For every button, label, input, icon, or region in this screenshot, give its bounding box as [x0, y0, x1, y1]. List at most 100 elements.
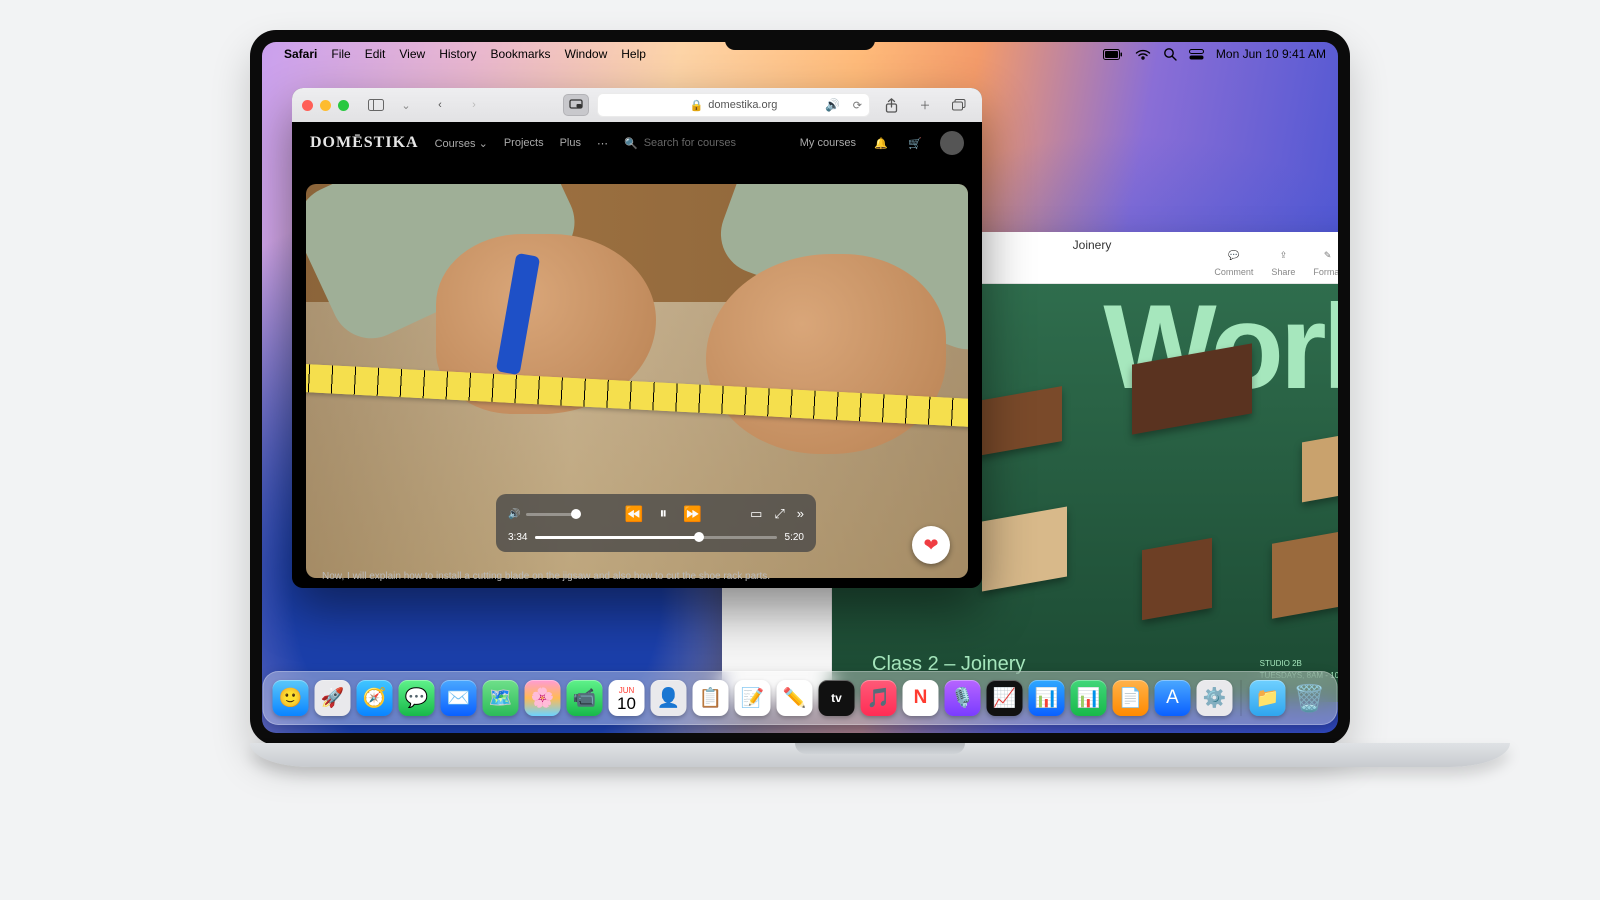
search-icon: 🔍: [624, 137, 638, 150]
more-controls-button[interactable]: »: [797, 506, 804, 522]
scrubber[interactable]: [535, 536, 776, 539]
safari-toolbar: ⌄ ‹ › 🔒 domestika.org 🔊 ⟳ ＋: [292, 88, 982, 122]
dock-app-settings[interactable]: ⚙️: [1197, 680, 1233, 716]
user-avatar[interactable]: [940, 131, 964, 155]
menubar-bookmarks[interactable]: Bookmarks: [491, 47, 551, 61]
playback-controls: 🔊 ⏪ ⏸ ⏩ ▭ ⤢: [496, 494, 816, 552]
search-placeholder: Search for courses: [644, 137, 736, 149]
video-player[interactable]: 🔊 ⏪ ⏸ ⏩ ▭ ⤢: [306, 184, 968, 578]
keynote-tool-comment[interactable]: 💬Comment: [1214, 245, 1253, 277]
notifications-icon[interactable]: 🔔: [872, 134, 890, 152]
dock-app-messages[interactable]: 💬: [399, 680, 435, 716]
dock-app-finder[interactable]: 🙂: [273, 680, 309, 716]
dock: 🙂 🚀 🧭 💬 ✉️ 🗺️ 🌸 📹 JUN10 👤 📋 📝 ✏️ tv 🎵 N …: [263, 671, 1338, 725]
dock-app-mail[interactable]: ✉️: [441, 680, 477, 716]
site-floating-badge[interactable]: ❤: [912, 526, 950, 564]
dock-trash[interactable]: 🗑️: [1292, 680, 1328, 716]
keynote-tool-format[interactable]: ✎Format: [1313, 245, 1338, 277]
dock-separator: [1241, 680, 1242, 716]
menubar-view[interactable]: View: [399, 47, 425, 61]
control-center-icon[interactable]: [1189, 49, 1204, 60]
sidebar-toggle-button[interactable]: [363, 94, 389, 116]
dock-app-numbers[interactable]: 📊: [1071, 680, 1107, 716]
dock-app-appstore[interactable]: A: [1155, 680, 1191, 716]
dock-app-launchpad[interactable]: 🚀: [315, 680, 351, 716]
lock-icon: 🔒: [690, 99, 704, 112]
wifi-icon[interactable]: [1135, 48, 1151, 60]
menubar-clock[interactable]: Mon Jun 10 9:41 AM: [1216, 47, 1326, 61]
cart-icon[interactable]: 🛒: [906, 134, 924, 152]
tab-overview-button[interactable]: [946, 94, 972, 116]
dock-app-facetime[interactable]: 📹: [567, 680, 603, 716]
back-button[interactable]: ‹: [427, 94, 453, 116]
dock-app-contacts[interactable]: 👤: [651, 680, 687, 716]
wood-block-graphic: [1142, 538, 1212, 620]
dock-app-podcasts[interactable]: 🎙️: [945, 680, 981, 716]
rewind-button[interactable]: ⏪: [625, 505, 644, 523]
dock-app-reminders[interactable]: 📋: [693, 680, 729, 716]
bezel: Safari File Edit View History Bookmarks …: [250, 30, 1350, 745]
volume-control[interactable]: 🔊: [508, 509, 576, 520]
domestika-logo-icon: ❤: [923, 535, 938, 556]
pause-button[interactable]: ⏸: [660, 505, 668, 523]
display-notch: [725, 30, 875, 50]
elapsed-time: 3:34: [508, 532, 527, 543]
site-logo[interactable]: DOMĒSTIKA: [310, 134, 419, 152]
airplay-button[interactable]: ▭: [750, 506, 762, 522]
share-icon: ⇪: [1273, 245, 1293, 265]
dock-app-photos[interactable]: 🌸: [525, 680, 561, 716]
video-viewer-extension-button[interactable]: [563, 94, 589, 116]
tab-audio-icon[interactable]: 🔊: [825, 98, 840, 112]
dock-folder-downloads[interactable]: 📁: [1250, 680, 1286, 716]
site-search[interactable]: 🔍 Search for courses: [624, 137, 784, 150]
nav-courses[interactable]: Courses ⌄: [435, 137, 488, 150]
dock-app-calendar[interactable]: JUN10: [609, 680, 645, 716]
address-bar[interactable]: 🔒 domestika.org 🔊 ⟳: [597, 93, 870, 117]
dock-app-music[interactable]: 🎵: [861, 680, 897, 716]
volume-slider[interactable]: [526, 513, 576, 516]
zoom-window-button[interactable]: [338, 100, 349, 111]
site-header: DOMĒSTIKA Courses ⌄ Projects Plus ⋯ 🔍 Se…: [292, 122, 982, 164]
tab-group-dropdown-button[interactable]: ⌄: [393, 94, 419, 116]
close-window-button[interactable]: [302, 100, 313, 111]
traffic-lights: [302, 100, 349, 111]
menubar-file[interactable]: File: [331, 47, 350, 61]
share-button[interactable]: [878, 94, 904, 116]
keynote-tool-share[interactable]: ⇪Share: [1271, 245, 1295, 277]
menubar-edit[interactable]: Edit: [365, 47, 386, 61]
dock-app-stocks[interactable]: 📈: [987, 680, 1023, 716]
menubar-window[interactable]: Window: [565, 47, 608, 61]
comment-icon: 💬: [1224, 245, 1244, 265]
wood-block-graphic: [982, 507, 1067, 592]
nav-plus[interactable]: Plus: [560, 137, 581, 149]
dock-app-tv[interactable]: tv: [819, 680, 855, 716]
fast-forward-button[interactable]: ⏩: [683, 505, 702, 523]
spotlight-icon[interactable]: [1163, 47, 1177, 61]
chevron-down-icon: ⌄: [479, 138, 488, 150]
forward-button[interactable]: ›: [461, 94, 487, 116]
minimize-window-button[interactable]: [320, 100, 331, 111]
dock-app-notes[interactable]: 📝: [735, 680, 771, 716]
safari-window[interactable]: ⌄ ‹ › 🔒 domestika.org 🔊 ⟳ ＋: [292, 88, 982, 588]
nav-projects[interactable]: Projects: [504, 137, 544, 149]
scrubber-fill: [535, 536, 699, 539]
dock-app-safari[interactable]: 🧭: [357, 680, 393, 716]
nav-more-icon[interactable]: ⋯: [597, 137, 608, 150]
dock-app-keynote[interactable]: 📊: [1029, 680, 1065, 716]
web-content: DOMĒSTIKA Courses ⌄ Projects Plus ⋯ 🔍 Se…: [292, 122, 982, 588]
dock-app-news[interactable]: N: [903, 680, 939, 716]
menubar-help[interactable]: Help: [621, 47, 646, 61]
dock-app-freeform[interactable]: ✏️: [777, 680, 813, 716]
menubar-history[interactable]: History: [439, 47, 476, 61]
battery-icon[interactable]: [1103, 49, 1123, 60]
new-tab-button[interactable]: ＋: [912, 94, 938, 116]
total-time: 5:20: [785, 532, 804, 543]
dock-app-pages[interactable]: 📄: [1113, 680, 1149, 716]
dock-app-maps[interactable]: 🗺️: [483, 680, 519, 716]
reload-button[interactable]: ⟳: [853, 99, 862, 112]
menubar-app-name[interactable]: Safari: [284, 47, 317, 61]
picture-in-picture-button[interactable]: ⤢: [774, 506, 784, 522]
scrubber-knob[interactable]: [694, 532, 704, 542]
keynote-doc-title: Joinery: [1073, 238, 1112, 252]
nav-my-courses[interactable]: My courses: [800, 137, 856, 149]
